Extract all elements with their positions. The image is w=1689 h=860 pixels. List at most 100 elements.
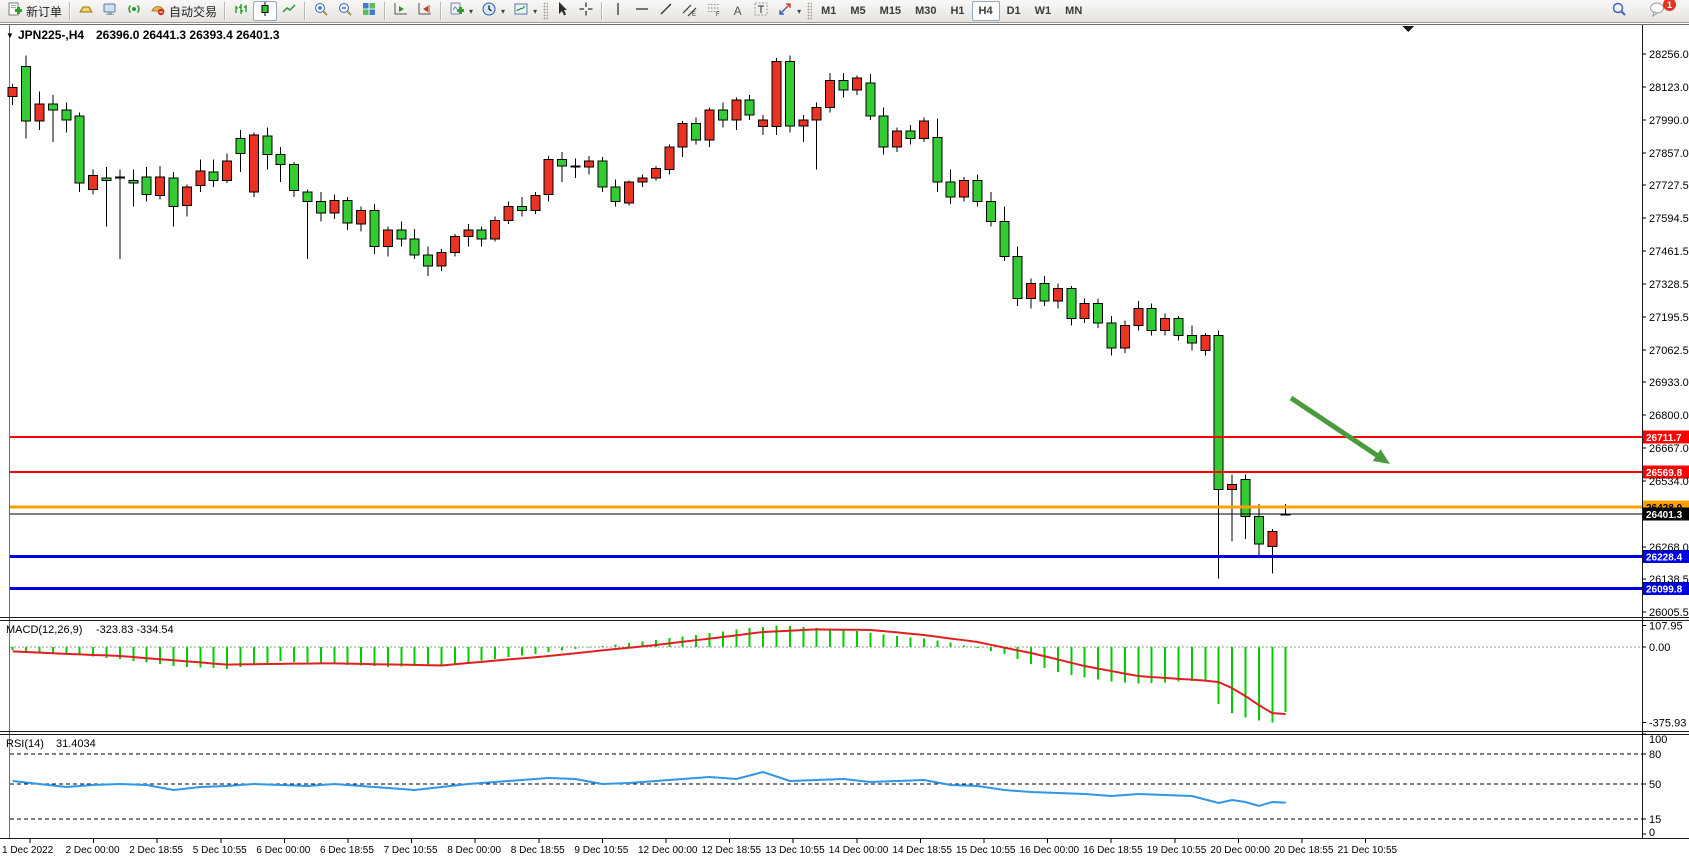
template-icon bbox=[513, 1, 529, 22]
crosshair-tool-button[interactable] bbox=[574, 1, 598, 21]
time-tick-label: 6 Dec 18:55 bbox=[320, 845, 374, 856]
signal-icon bbox=[126, 1, 142, 22]
macd-values: -323.83 -334.54 bbox=[96, 624, 174, 636]
time-tick-label: 14 Dec 18:55 bbox=[892, 845, 952, 856]
chart-shift-button[interactable] bbox=[389, 1, 413, 21]
auto-trading-icon bbox=[150, 1, 166, 22]
time-tick-label: 21 Dec 10:55 bbox=[1338, 845, 1398, 856]
fibonacci-tool-button[interactable]: F bbox=[702, 1, 726, 21]
text-tool-button[interactable]: A bbox=[726, 1, 749, 21]
crosshair-icon bbox=[578, 1, 594, 22]
price-tick-label: 26667.0 bbox=[1649, 443, 1689, 455]
periods-button[interactable]: ▾ bbox=[477, 1, 509, 21]
auto-trading-button[interactable]: 自动交易 bbox=[146, 1, 221, 21]
zoom-out-icon bbox=[337, 1, 353, 22]
time-tick-label: 2 Dec 00:00 bbox=[66, 845, 120, 856]
add-indicator-button[interactable]: ▾ bbox=[445, 1, 477, 21]
add-indicator-icon bbox=[449, 1, 465, 22]
auto-trading-label: 自动交易 bbox=[169, 3, 217, 20]
cursor-tool-button[interactable] bbox=[550, 1, 574, 21]
price-level-chip-label: 26401.3 bbox=[1646, 510, 1683, 521]
toolbar-separator bbox=[69, 2, 71, 20]
svg-text:E: E bbox=[692, 12, 696, 17]
macd-signal-line bbox=[13, 629, 1286, 714]
signals-button[interactable] bbox=[122, 1, 146, 21]
clock-icon bbox=[481, 1, 497, 22]
timeframe-w1-button[interactable]: W1 bbox=[1028, 1, 1059, 21]
templates-button[interactable]: ▾ bbox=[509, 1, 541, 21]
tile-windows-button[interactable] bbox=[357, 1, 381, 21]
timeframe-h4-button[interactable]: H4 bbox=[972, 1, 1000, 21]
timeframe-m5-button[interactable]: M5 bbox=[843, 1, 872, 21]
new-order-button[interactable]: 新订单 bbox=[3, 1, 66, 21]
candlestick-icon bbox=[257, 1, 273, 22]
time-tick-label: 12 Dec 00:00 bbox=[638, 845, 698, 856]
chat-button[interactable]: 1 bbox=[1645, 1, 1671, 21]
vertical-line-tool-button[interactable] bbox=[606, 1, 630, 21]
macd-tick-label: 107.95 bbox=[1649, 620, 1683, 632]
price-tick-label: 28123.0 bbox=[1649, 82, 1689, 94]
price-tick-label: 27328.5 bbox=[1649, 279, 1689, 291]
toolbar-separator bbox=[224, 2, 226, 20]
arrows-tool-button[interactable]: ▾ bbox=[773, 1, 805, 21]
arrow-objects-icon bbox=[777, 1, 793, 22]
toolbar-grip[interactable] bbox=[807, 2, 812, 20]
macd-label: MACD(12,26,9) bbox=[6, 624, 82, 636]
toolbar-separator bbox=[384, 2, 386, 20]
time-tick-label: 7 Dec 10:55 bbox=[384, 845, 438, 856]
text-label-tool-button[interactable] bbox=[749, 1, 773, 21]
time-tick-label: 19 Dec 10:55 bbox=[1147, 845, 1207, 856]
deposit-button[interactable] bbox=[74, 1, 98, 21]
rsi-tick-label: 0 bbox=[1649, 827, 1655, 839]
chart-title-ohlc: 26396.0 26441.3 26393.4 26401.3 bbox=[96, 28, 280, 42]
text-tool-icon: A bbox=[734, 4, 742, 18]
rsi-tick-label: 15 bbox=[1649, 814, 1661, 826]
zoom-in-button[interactable] bbox=[309, 1, 333, 21]
chevron-down-icon: ▾ bbox=[501, 7, 505, 16]
zoom-out-button[interactable] bbox=[333, 1, 357, 21]
main-toolbar: 新订单 自动交易 bbox=[0, 0, 1689, 23]
time-tick-label: 9 Dec 10:55 bbox=[574, 845, 628, 856]
search-button[interactable] bbox=[1607, 1, 1631, 21]
computer-icon bbox=[102, 1, 118, 22]
gold-ingot-icon bbox=[78, 1, 94, 22]
auto-scroll-icon bbox=[417, 1, 433, 22]
trendline-icon bbox=[658, 1, 674, 22]
line-chart-mode-button[interactable] bbox=[277, 1, 301, 21]
bar-chart-icon bbox=[233, 1, 249, 22]
rsi-tick-label: 50 bbox=[1649, 779, 1661, 791]
timeframe-m1-button[interactable]: M1 bbox=[814, 1, 843, 21]
auto-scroll-button[interactable] bbox=[413, 1, 437, 21]
search-icon bbox=[1611, 1, 1627, 22]
new-order-icon bbox=[7, 1, 23, 22]
time-tick-label: 20 Dec 18:55 bbox=[1274, 845, 1334, 856]
price-tick-label: 26138.5 bbox=[1649, 574, 1689, 586]
price-tick-label: 27727.5 bbox=[1649, 180, 1689, 192]
timeframe-h1-button[interactable]: H1 bbox=[943, 1, 971, 21]
time-tick-label: 14 Dec 00:00 bbox=[829, 845, 889, 856]
zoom-in-icon bbox=[313, 1, 329, 22]
horizontal-line-tool-button[interactable] bbox=[630, 1, 654, 21]
time-tick-label: 12 Dec 18:55 bbox=[702, 845, 762, 856]
time-tick-label: 2 Dec 18:55 bbox=[129, 845, 183, 856]
time-tick-label: 8 Dec 00:00 bbox=[447, 845, 501, 856]
timeframe-m30-button[interactable]: M30 bbox=[908, 1, 943, 21]
symbol-dropdown-icon[interactable]: ▼ bbox=[6, 31, 14, 40]
toolbar-grip[interactable] bbox=[543, 2, 548, 20]
bar-chart-mode-button[interactable] bbox=[229, 1, 253, 21]
chart-title-symbol: JPN225-,H4 bbox=[18, 28, 84, 42]
chevron-down-icon: ▾ bbox=[533, 7, 537, 16]
timeframe-mn-button[interactable]: MN bbox=[1058, 1, 1089, 21]
price-tick-label: 26933.0 bbox=[1649, 377, 1689, 389]
timeframe-m15-button[interactable]: M15 bbox=[873, 1, 908, 21]
time-tick-label: 20 Dec 00:00 bbox=[1210, 845, 1270, 856]
terminal-button[interactable] bbox=[98, 1, 122, 21]
timeframe-d1-button[interactable]: D1 bbox=[1000, 1, 1028, 21]
chart-plot-area[interactable] bbox=[10, 25, 1642, 617]
channel-tool-button[interactable]: E bbox=[678, 1, 702, 21]
candlestick-mode-button[interactable] bbox=[253, 1, 277, 21]
line-chart-icon bbox=[281, 1, 297, 22]
time-tick-label: 1 Dec 2022 bbox=[2, 845, 54, 856]
rsi-tick-label: 80 bbox=[1649, 749, 1661, 761]
trendline-tool-button[interactable] bbox=[654, 1, 678, 21]
